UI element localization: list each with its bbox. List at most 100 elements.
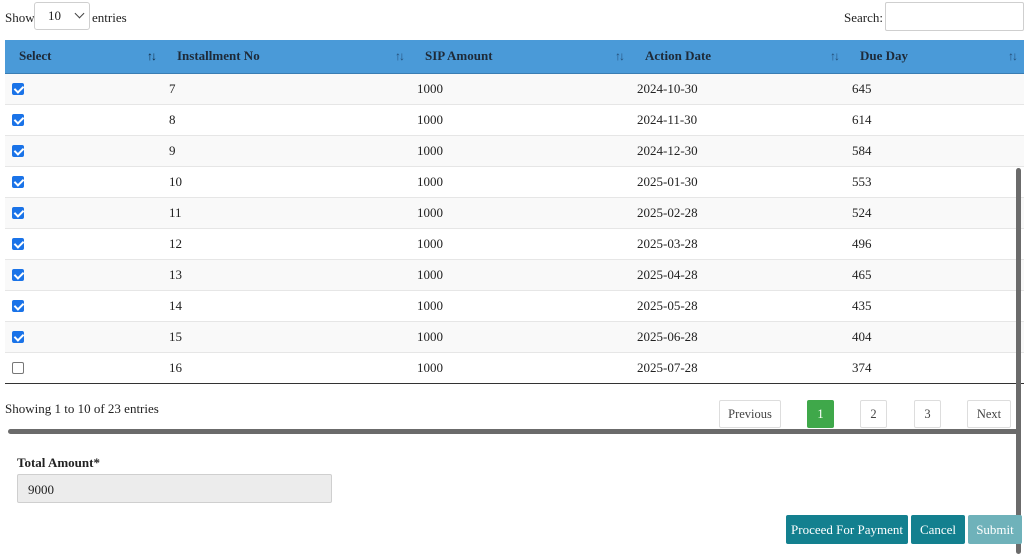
row-select-checkbox[interactable] xyxy=(12,113,24,126)
sip-amount-cell: 1000 xyxy=(411,196,631,228)
vertical-scrollbar[interactable] xyxy=(1016,168,1021,554)
select-cell xyxy=(5,196,163,228)
sip-amount-cell: 1000 xyxy=(411,72,631,104)
table-row: 13 1000 2025-04-28 465 xyxy=(5,258,1024,290)
table-row: 10 1000 2025-01-30 553 xyxy=(5,165,1024,197)
table-header-row: Select ↑↓ Installment No ↑↓ SIP Amount ↑↓ A… xyxy=(5,40,1024,74)
sip-amount-cell: 1000 xyxy=(411,134,631,166)
installment-no-cell: 13 xyxy=(163,258,411,290)
sort-icon: ↑↓ xyxy=(395,49,405,63)
table-row: 9 1000 2024-12-30 584 xyxy=(5,134,1024,166)
pagination-page-2[interactable]: 2 xyxy=(860,400,887,428)
action-date-cell: 2024-12-30 xyxy=(631,134,846,166)
column-label: Select xyxy=(19,48,52,64)
installment-no-cell: 11 xyxy=(163,196,411,228)
cancel-button[interactable]: Cancel xyxy=(911,515,965,544)
row-select-checkbox[interactable] xyxy=(12,237,24,250)
action-date-cell: 2025-03-28 xyxy=(631,227,846,259)
sort-icon: ↑↓ xyxy=(615,49,625,63)
installment-no-cell: 15 xyxy=(163,320,411,352)
row-select-checkbox[interactable] xyxy=(12,268,24,281)
pagination-previous-button[interactable]: Previous xyxy=(719,400,781,428)
total-amount-field: 9000 xyxy=(17,474,332,503)
action-date-cell: 2025-07-28 xyxy=(631,351,846,384)
pagination-page-3[interactable]: 3 xyxy=(914,400,941,428)
action-date-cell: 2025-01-30 xyxy=(631,165,846,197)
table-body: 7 1000 2024-10-30 645 8 1000 2024-11-30 614 9 100… xyxy=(5,72,1024,384)
row-select-checkbox[interactable] xyxy=(12,82,24,95)
table-controls: Show 10 entries Search: xyxy=(0,0,1024,36)
installment-no-cell: 10 xyxy=(163,165,411,197)
installments-table-wrapper: Select ↑↓ Installment No ↑↓ SIP Amount ↑↓ A… xyxy=(5,40,1024,384)
installment-no-cell: 14 xyxy=(163,289,411,321)
row-select-checkbox[interactable] xyxy=(12,144,24,157)
due-day-cell: 553 xyxy=(846,165,1024,197)
installments-table: Select ↑↓ Installment No ↑↓ SIP Amount ↑↓ A… xyxy=(5,40,1024,384)
column-header-select[interactable]: Select ↑↓ xyxy=(5,40,163,74)
row-select-checkbox[interactable] xyxy=(12,299,24,312)
column-header-due-day[interactable]: Due Day ↑↓ xyxy=(846,40,1024,74)
sip-amount-cell: 1000 xyxy=(411,351,631,384)
sort-icon: ↑↓ xyxy=(830,49,840,63)
due-day-cell: 496 xyxy=(846,227,1024,259)
table-row: 11 1000 2025-02-28 524 xyxy=(5,196,1024,228)
select-cell xyxy=(5,72,163,104)
entries-label: entries xyxy=(92,10,127,25)
action-date-cell: 2025-04-28 xyxy=(631,258,846,290)
select-cell xyxy=(5,103,163,135)
search-label: Search: xyxy=(844,10,883,25)
due-day-cell: 374 xyxy=(846,351,1024,384)
sip-amount-cell: 1000 xyxy=(411,289,631,321)
table-row: 8 1000 2024-11-30 614 xyxy=(5,103,1024,135)
select-cell xyxy=(5,134,163,166)
table-row: 7 1000 2024-10-30 645 xyxy=(5,72,1024,104)
pagination-next-button[interactable]: Next xyxy=(967,400,1011,428)
select-cell xyxy=(5,258,163,290)
table-row: 12 1000 2025-03-28 496 xyxy=(5,227,1024,259)
sip-amount-cell: 1000 xyxy=(411,227,631,259)
show-label: Show xyxy=(5,10,35,25)
due-day-cell: 465 xyxy=(846,258,1024,290)
sip-amount-cell: 1000 xyxy=(411,103,631,135)
total-amount-label: Total Amount* xyxy=(17,455,100,470)
sort-icon: ↑↓ xyxy=(147,49,157,63)
column-header-sip-amount[interactable]: SIP Amount ↑↓ xyxy=(411,40,631,74)
column-label: Installment No xyxy=(177,48,260,64)
select-cell xyxy=(5,289,163,321)
sip-amount-cell: 1000 xyxy=(411,165,631,197)
action-date-cell: 2025-06-28 xyxy=(631,320,846,352)
sort-icon: ↑↓ xyxy=(1008,49,1018,63)
page-length-value: 10 xyxy=(48,8,61,23)
column-header-action-date[interactable]: Action Date ↑↓ xyxy=(631,40,846,74)
action-date-cell: 2024-11-30 xyxy=(631,103,846,135)
installment-no-cell: 9 xyxy=(163,134,411,166)
action-date-cell: 2024-10-30 xyxy=(631,72,846,104)
installment-no-cell: 12 xyxy=(163,227,411,259)
row-select-checkbox[interactable] xyxy=(12,175,24,188)
pagination-page-1[interactable]: 1 xyxy=(807,400,834,428)
submit-button[interactable]: Submit xyxy=(968,515,1022,544)
select-cell xyxy=(5,227,163,259)
table-info: Showing 1 to 10 of 23 entries xyxy=(5,401,159,416)
row-select-checkbox[interactable] xyxy=(12,206,24,219)
column-header-installment-no[interactable]: Installment No ↑↓ xyxy=(163,40,411,74)
action-date-cell: 2025-05-28 xyxy=(631,289,846,321)
column-label: Due Day xyxy=(860,48,909,64)
row-select-checkbox[interactable] xyxy=(12,361,24,374)
due-day-cell: 435 xyxy=(846,289,1024,321)
select-cell xyxy=(5,165,163,197)
due-day-cell: 404 xyxy=(846,320,1024,352)
proceed-for-payment-button[interactable]: Proceed For Payment xyxy=(786,515,908,544)
installment-no-cell: 8 xyxy=(163,103,411,135)
select-cell xyxy=(5,351,163,384)
row-select-checkbox[interactable] xyxy=(12,330,24,343)
column-label: Action Date xyxy=(645,48,712,64)
search-input[interactable] xyxy=(885,2,1024,31)
installment-no-cell: 7 xyxy=(163,72,411,104)
page-length-select[interactable]: 10 xyxy=(34,2,90,30)
due-day-cell: 614 xyxy=(846,103,1024,135)
table-row: 16 1000 2025-07-28 374 xyxy=(5,351,1024,384)
due-day-cell: 645 xyxy=(846,72,1024,104)
chevron-down-icon xyxy=(74,8,85,19)
horizontal-scrollbar[interactable] xyxy=(8,429,1021,434)
